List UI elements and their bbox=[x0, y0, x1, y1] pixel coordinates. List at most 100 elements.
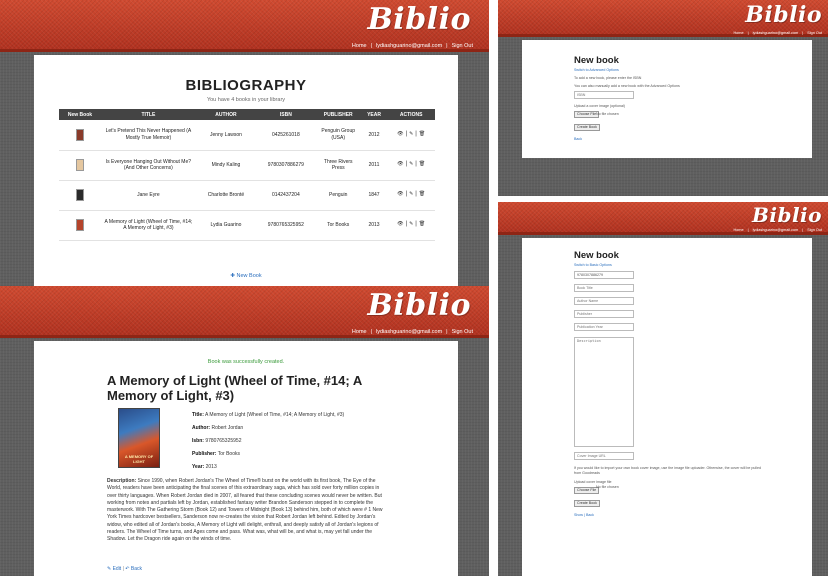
action-separator: | bbox=[415, 221, 417, 228]
basic-options-link[interactable]: Switch to Basic Options bbox=[574, 263, 612, 267]
nav-separator: | bbox=[747, 31, 749, 35]
book-heading: A Memory of Light (Wheel of Time, #14; A… bbox=[107, 373, 362, 403]
trash-icon[interactable]: 🗑 bbox=[419, 191, 425, 197]
isbn-input[interactable] bbox=[574, 271, 634, 279]
book-cover-thumbnail[interactable] bbox=[75, 159, 84, 171]
cell-isbn: 0142437204 bbox=[256, 180, 316, 211]
sign-out-link[interactable]: Sign Out bbox=[807, 31, 822, 35]
description-label: Description: bbox=[107, 478, 137, 484]
meta-title: Title: A Memory of Light (Wheel of Time,… bbox=[192, 412, 344, 418]
no-file-text: No file chosen bbox=[596, 112, 619, 116]
biblio-logo[interactable]: Biblio bbox=[745, 2, 822, 28]
divider-vertical bbox=[489, 0, 498, 576]
cover-image-url-input[interactable] bbox=[574, 452, 634, 460]
action-separator: | bbox=[405, 191, 408, 198]
book-count: You have 4 books in your library bbox=[206, 97, 286, 103]
back-link[interactable]: Back bbox=[574, 137, 582, 141]
show-link[interactable]: Show bbox=[574, 513, 583, 517]
trash-icon[interactable]: 🗑 bbox=[419, 221, 425, 227]
publisher-input[interactable] bbox=[574, 310, 634, 318]
meta-publisher: Publisher: Tor Books bbox=[192, 451, 240, 457]
new-book-simple-screen: Biblio Home | lydiashguarino@gmail.com | Sig… bbox=[498, 0, 828, 196]
home-link[interactable]: Home bbox=[352, 329, 367, 335]
cell-year: 2012 bbox=[360, 120, 388, 151]
user-email-link[interactable]: lydiashguarino@gmail.com bbox=[753, 31, 799, 35]
sign-out-link[interactable]: Sign Out bbox=[807, 228, 822, 232]
nav-separator: | bbox=[802, 31, 804, 35]
eye-icon[interactable]: 👁 bbox=[397, 131, 403, 137]
create-book-button[interactable]: Create Book bbox=[574, 500, 600, 507]
link-separator: | bbox=[584, 513, 585, 517]
edit-link[interactable]: ✎ Edit bbox=[107, 566, 121, 572]
meta-publisher-label: Publisher: bbox=[192, 451, 217, 457]
biblio-logo[interactable]: Biblio bbox=[367, 2, 471, 37]
biblio-logo[interactable]: Biblio bbox=[752, 203, 822, 227]
form-heading: New book bbox=[574, 55, 619, 66]
cell-year: 2011 bbox=[360, 150, 388, 181]
bibliography-screen: Biblio Home | lydiashguarino@gmail.com | Sig… bbox=[0, 0, 489, 286]
book-detail-screen: Biblio Home | lydiashguarino@gmail.com | Sig… bbox=[0, 286, 489, 576]
publication-year-input[interactable] bbox=[574, 323, 634, 331]
column-publisher: PUBLISHER bbox=[315, 109, 361, 120]
eye-icon[interactable]: 👁 bbox=[397, 191, 403, 197]
table-row: A Memory of Light (Wheel of Time, #14; A… bbox=[59, 210, 435, 241]
instruction-advanced: You can also manually add a new book wit… bbox=[574, 84, 680, 88]
books-table: New Book TITLE AUTHOR ISBN PUBLISHER YEA… bbox=[59, 109, 435, 241]
back-link[interactable]: ↶ Back bbox=[125, 566, 142, 572]
pencil-icon[interactable]: ✎ bbox=[409, 191, 413, 197]
user-email-link[interactable]: lydiashguarino@gmail.com bbox=[376, 329, 442, 335]
upload-label: Upload a cover image (optional) bbox=[574, 104, 625, 108]
pencil-icon[interactable]: ✎ bbox=[409, 221, 413, 227]
meta-title-value: A Memory of Light (Wheel of Time, #14; A… bbox=[204, 412, 345, 418]
home-link[interactable]: Home bbox=[733, 31, 743, 35]
meta-isbn-value: 9780765325952 bbox=[205, 438, 242, 444]
cell-isbn: 9780307886279 bbox=[256, 150, 316, 181]
column-title: TITLE bbox=[100, 109, 196, 120]
nav-separator: | bbox=[747, 228, 749, 232]
author-name-input[interactable] bbox=[574, 297, 634, 305]
user-email-link[interactable]: lydiashguarino@gmail.com bbox=[376, 43, 442, 49]
form-links: Show | Back bbox=[574, 513, 594, 517]
user-nav: Home | lydiashguarino@gmail.com | Sign Out bbox=[731, 31, 824, 35]
meta-year: Year: 2013 bbox=[192, 464, 217, 470]
isbn-input[interactable] bbox=[574, 91, 634, 99]
eye-icon[interactable]: 👁 bbox=[397, 161, 403, 167]
biblio-logo[interactable]: Biblio bbox=[367, 288, 471, 323]
back-link[interactable]: Back bbox=[586, 513, 594, 517]
new-book-header-link[interactable]: New Book bbox=[59, 109, 101, 120]
advanced-options-link[interactable]: Switch to Advanced Options bbox=[574, 68, 619, 72]
new-book-link[interactable]: ✚ New Book bbox=[34, 273, 458, 279]
column-isbn: ISBN bbox=[256, 109, 316, 120]
create-book-button[interactable]: Create Book bbox=[574, 124, 600, 131]
trash-icon[interactable]: 🗑 bbox=[419, 131, 425, 137]
eye-icon[interactable]: 👁 bbox=[397, 221, 403, 227]
cell-author: Lydia Guarino bbox=[195, 210, 256, 241]
cell-title: Jane Eyre bbox=[100, 180, 196, 211]
table-row: Let's Pretend This Never Happened (A Mos… bbox=[59, 120, 435, 151]
pencil-icon[interactable]: ✎ bbox=[409, 161, 413, 167]
cell-author: Mindy Kaling bbox=[195, 150, 256, 181]
nav-separator: | bbox=[370, 329, 373, 335]
sign-out-link[interactable]: Sign Out bbox=[452, 329, 473, 335]
column-author: AUTHOR bbox=[195, 109, 256, 120]
description-textarea[interactable] bbox=[574, 337, 634, 447]
app-header: Biblio Home | lydiashguarino@gmail.com | Sig… bbox=[498, 202, 828, 235]
description-text: Since 1990, when Robert Jordan's The Whe… bbox=[107, 478, 383, 543]
user-email-link[interactable]: lydiashguarino@gmail.com bbox=[753, 228, 799, 232]
book-cover-thumbnail[interactable] bbox=[75, 128, 84, 141]
home-link[interactable]: Home bbox=[733, 228, 743, 232]
book-detail-card: Book was successfully created. A Memory … bbox=[34, 341, 458, 576]
cell-title: Is Everyone Hanging Out Without Me? (And… bbox=[100, 150, 196, 181]
home-link[interactable]: Home bbox=[352, 43, 367, 49]
sign-out-link[interactable]: Sign Out bbox=[452, 43, 473, 49]
book-cover-thumbnail[interactable] bbox=[75, 219, 84, 231]
upload-label: Upload cover image file bbox=[574, 480, 612, 484]
book-title-input[interactable] bbox=[574, 284, 634, 292]
book-cover-thumbnail[interactable] bbox=[75, 189, 84, 201]
pencil-icon[interactable]: ✎ bbox=[409, 131, 413, 137]
table-row: Jane Eyre Charlotte Brontë 0142437204 Pengu… bbox=[59, 180, 435, 211]
action-separator: | bbox=[405, 130, 408, 137]
cell-author: Jenny Lawson bbox=[195, 120, 256, 151]
trash-icon[interactable]: 🗑 bbox=[419, 161, 425, 167]
cell-publisher: Tor Books bbox=[315, 210, 361, 241]
